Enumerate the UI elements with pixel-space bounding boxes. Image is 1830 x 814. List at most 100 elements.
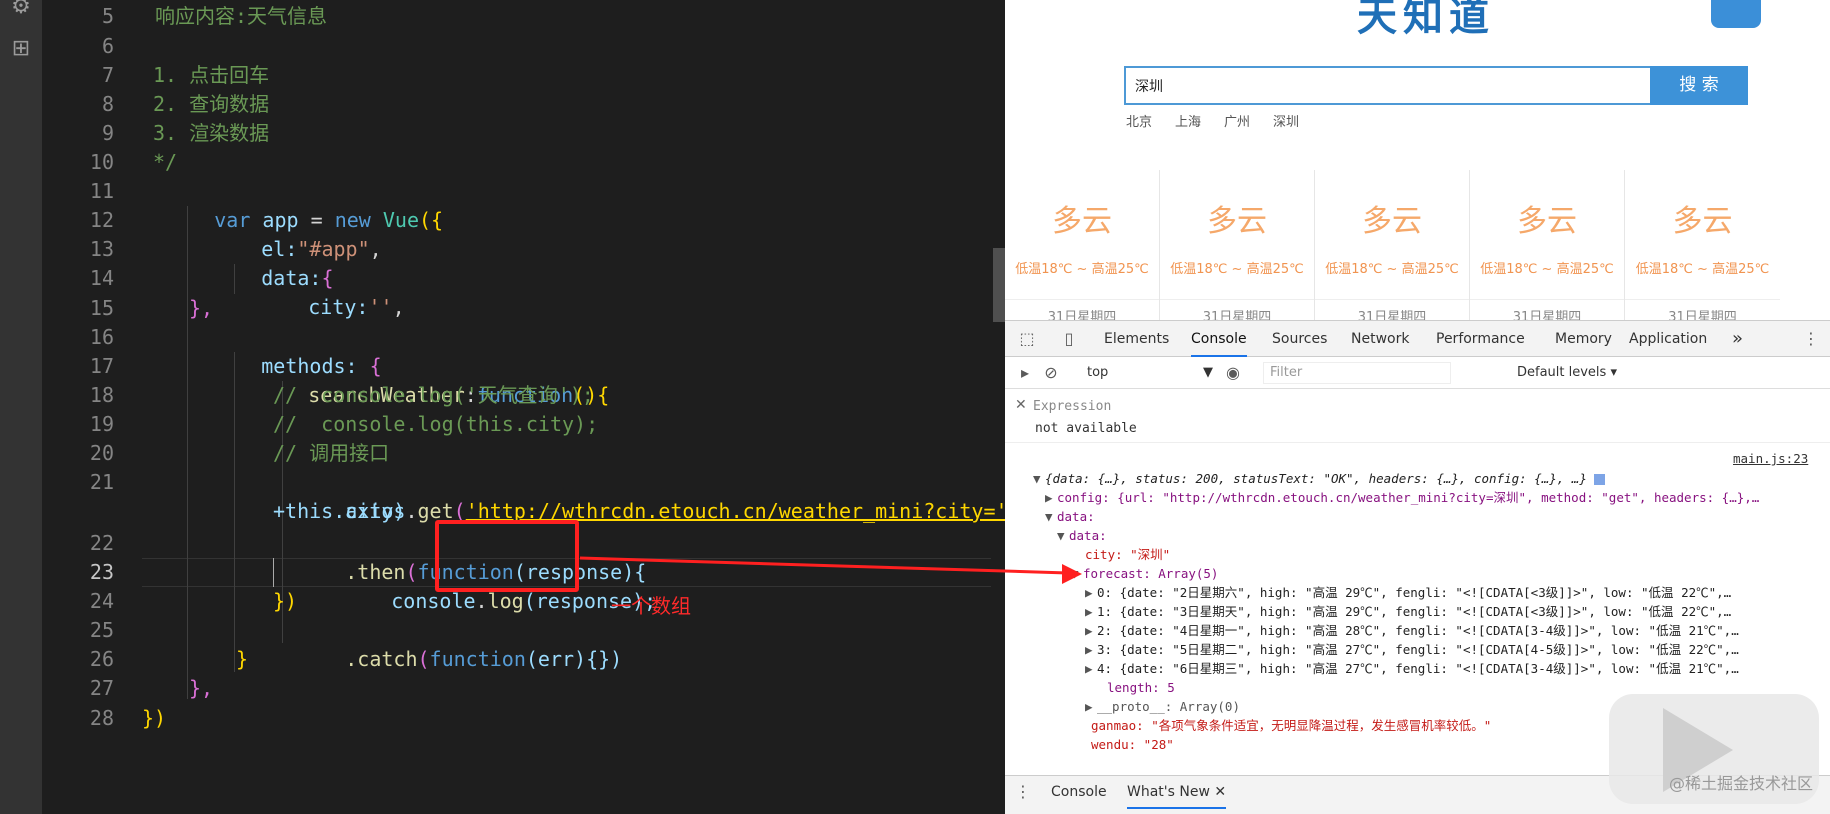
console-ganmao: ganmao: "各项气象条件适宜，无明显降温过程，发生感冒机率较低。" [1091, 718, 1492, 733]
code-line-17: searchWeather:function(){ [308, 383, 610, 407]
more-tabs-button[interactable]: » [1732, 321, 1743, 357]
code-area[interactable]: 响应内容:天气信息 1. 点击回车 2. 查询数据 3. 渲染数据 */ var… [142, 0, 1005, 814]
weather-type: 多云 [1672, 204, 1733, 239]
console-forecast-item[interactable]: ▶ 1: {date: "3日星期天", high: "高温 29℃", feng… [1085, 602, 1731, 621]
search-input[interactable] [1126, 68, 1654, 103]
weather-type: 多云 [1362, 204, 1422, 239]
code-line-11: var app = new Vue({ [214, 208, 444, 232]
code-line-7: 1. 点击回车 [153, 63, 270, 87]
expression-label[interactable]: Expression [1033, 399, 1111, 414]
hot-city-link[interactable]: 上海 [1175, 111, 1201, 130]
code-line-19: // console.log(this.city); [273, 412, 599, 436]
live-expression: ✕ Expression not available [1005, 389, 1830, 443]
console-forecast-item[interactable]: ▶ 4: {date: "6日星期三", high: "高温 27℃", feng… [1085, 659, 1739, 678]
console-data-inner-node[interactable]: ▼ data: [1057, 526, 1107, 545]
console-wendu: wendu: "28" [1091, 737, 1174, 752]
devtools-menu-icon[interactable]: ⋮ [1801, 329, 1821, 349]
annotation-label: 一个数组 [611, 594, 691, 618]
line-number: 15 [89, 296, 114, 320]
clear-console-icon[interactable]: ⊘ [1041, 363, 1061, 383]
console-forecast-item[interactable]: ▶ 3: {date: "5日星期二", high: "高温 27℃", feng… [1085, 640, 1739, 659]
code-line-26: } [236, 647, 249, 671]
weather-card: 多云 低温18℃ ~ 高温25℃ 31日星期四 [1315, 170, 1470, 325]
watermark: @稀土掘金技术社区 [1669, 774, 1814, 793]
console-forecast-item[interactable]: ▶ 0: {date: "2日星期六", high: "高温 29℃", feng… [1085, 583, 1731, 602]
close-expression-icon[interactable]: ✕ [1015, 397, 1027, 413]
code-line-5: 响应内容:天气信息 [155, 4, 328, 28]
live-expression-eye-icon[interactable]: ◉ [1223, 363, 1243, 383]
context-select[interactable]: top ▼ [1087, 363, 1215, 383]
tab-elements[interactable]: Elements [1104, 321, 1169, 357]
close-tab-icon[interactable]: ✕ [1214, 784, 1226, 800]
drawer-tab-whats-new[interactable]: What's New ✕ [1127, 776, 1227, 809]
weather-type: 多云 [1207, 204, 1267, 239]
line-number: 8 [101, 92, 114, 116]
source-link[interactable]: main.js:23 [1733, 451, 1808, 466]
line-number-gutter: 5 6 7 8 9 10 11 12 13 14 15 16 17 18 19 … [42, 0, 142, 814]
tab-network[interactable]: Network [1351, 321, 1409, 357]
line-number: 5 [101, 4, 114, 28]
code-line-25: .catch(function(err){}) [345, 647, 623, 671]
line-number: 9 [101, 121, 114, 145]
line-number: 13 [89, 237, 114, 261]
weather-list: 多云 低温18℃ ~ 高温25℃ 31日星期四 多云 低温18℃ ~ 高温25℃… [1005, 170, 1830, 325]
console-object-root[interactable]: ▼ {data: {…}, status: 200, statusText: "O… [1033, 469, 1606, 488]
line-number-current: 23 [89, 560, 114, 584]
hot-city-link[interactable]: 北京 [1126, 111, 1152, 130]
code-editor[interactable]: ⚙ ⊞ 5 6 7 8 9 10 11 12 13 14 15 16 17 18… [0, 0, 1005, 814]
line-number: 16 [89, 325, 114, 349]
code-line-21-wrap: +this.city) [273, 499, 406, 523]
line-number: 6 [101, 34, 114, 58]
code-line-16: methods: { [261, 354, 382, 378]
line-number: 18 [89, 383, 114, 407]
highlight-box [435, 520, 579, 592]
hot-city-link[interactable]: 广州 [1224, 111, 1250, 130]
tab-performance[interactable]: Performance [1436, 321, 1525, 357]
indent-guide [187, 206, 188, 699]
weather-type: 多云 [1517, 204, 1577, 239]
console-forecast-node[interactable]: ▼ forecast: Array(5) [1071, 564, 1218, 583]
line-number: 17 [89, 354, 114, 378]
line-number: 24 [89, 589, 114, 613]
weather-temp: 低温18℃ ~ 高温25℃ [1325, 262, 1459, 277]
drawer-tab-console[interactable]: Console [1051, 776, 1107, 809]
line-number: 14 [89, 266, 114, 290]
hot-city-link[interactable]: 深圳 [1273, 111, 1299, 130]
device-toolbar-icon[interactable]: ▯ [1059, 329, 1079, 349]
editor-scrollbar[interactable] [993, 248, 1005, 322]
console-forecast-item[interactable]: ▶ 2: {date: "4日星期一", high: "高温 28℃", feng… [1085, 621, 1739, 640]
code-line-20: // 调用接口 [273, 441, 390, 465]
log-levels-select[interactable]: Default levels ▾ [1517, 363, 1617, 383]
browser-window: 天知道 搜 索 北京 上海 广州 深圳 多云 低温18℃ ~ 高温25℃ 31日… [1005, 0, 1830, 814]
tab-application[interactable]: Application [1629, 321, 1707, 357]
debug-icon[interactable]: ⚙ [6, 0, 36, 22]
code-line-9: 3. 渲染数据 [153, 121, 270, 145]
tab-console[interactable]: Console [1191, 321, 1247, 357]
code-line-12: el:"#app", [261, 237, 382, 261]
weather-card: 多云 低温18℃ ~ 高温25℃ 31日星期四 [1470, 170, 1625, 325]
search-button[interactable]: 搜 索 [1650, 66, 1748, 105]
tab-memory[interactable]: Memory [1555, 321, 1612, 357]
drawer-menu-icon[interactable]: ⋮ [1013, 782, 1033, 802]
console-data-node[interactable]: ▼ data: [1045, 507, 1095, 526]
activity-bar: ⚙ ⊞ [0, 0, 42, 814]
console-city: city: "深圳" [1085, 547, 1171, 562]
inspect-element-icon[interactable]: ⬚ [1017, 329, 1037, 349]
search-box [1124, 66, 1654, 105]
weather-temp: 低温18℃ ~ 高温25℃ [1635, 262, 1770, 277]
weather-type: 多云 [1052, 204, 1112, 239]
weather-card: 多云 低温18℃ ~ 高温25℃ 31日星期四 [1005, 170, 1160, 325]
code-line-28: }) [142, 706, 167, 730]
console-proto-node[interactable]: ▶ __proto__: Array(0) [1085, 697, 1240, 716]
extensions-icon[interactable]: ⊞ [6, 34, 36, 64]
line-number: 11 [89, 179, 114, 203]
line-number: 21 [89, 470, 114, 494]
devtools-tabbar: ⬚ ▯ Elements Console Sources Network Per… [1005, 321, 1830, 357]
sidebar-toggle-icon[interactable]: ▸ [1015, 363, 1035, 383]
expression-value: not available [1035, 421, 1137, 436]
line-number: 27 [89, 676, 114, 700]
weather-page: 天知道 搜 索 北京 上海 广州 深圳 多云 低温18℃ ~ 高温25℃ 31日… [1005, 0, 1830, 325]
tab-sources[interactable]: Sources [1272, 321, 1327, 357]
console-config-node[interactable]: ▶ config: {url: "http://wthrcdn.etouch.cn… [1045, 488, 1759, 507]
filter-input[interactable]: Filter [1263, 362, 1451, 384]
